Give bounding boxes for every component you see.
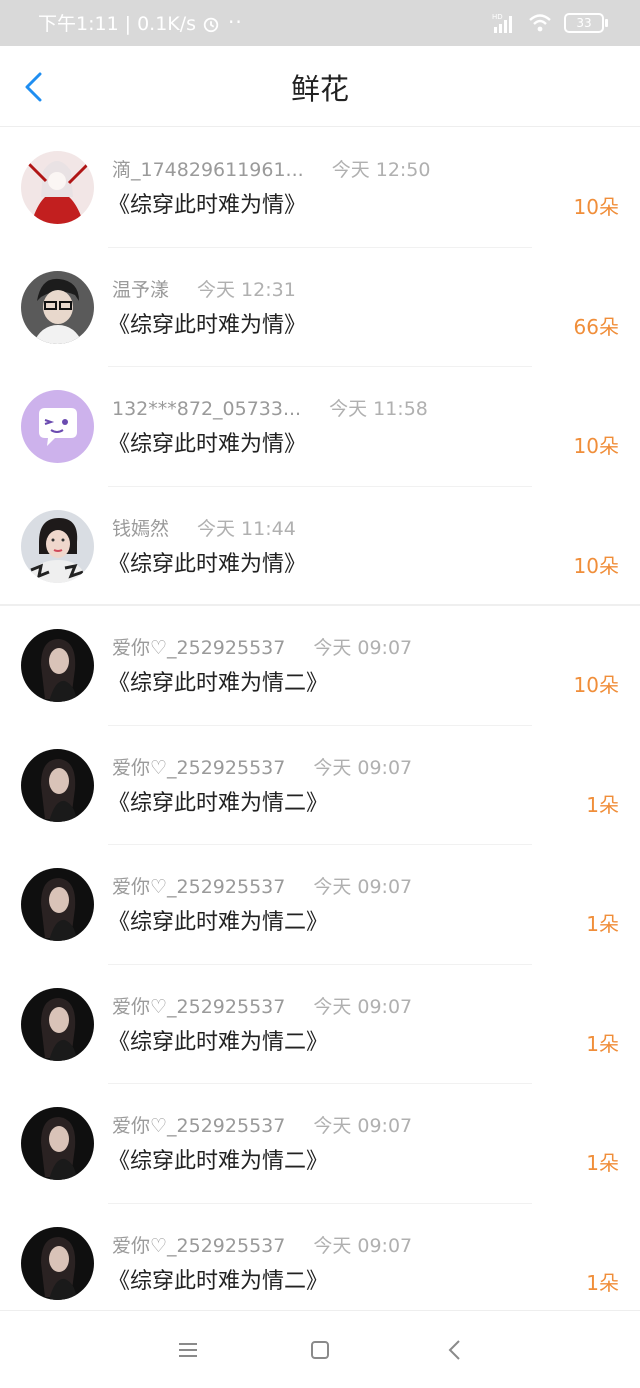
- status-bar: 下午1:11 | 0.1K/s ·· HD 33: [0, 0, 640, 46]
- wifi-icon: [529, 14, 551, 32]
- book-title: 《综穿此时难为情》: [108, 312, 307, 338]
- signal-icon: HD: [492, 13, 512, 33]
- book-title: 《综穿此时难为情二》: [108, 1149, 329, 1174]
- flower-count: 1朵: [586, 1270, 619, 1295]
- home-button[interactable]: [305, 1335, 335, 1365]
- book-title: 《综穿此时难为情》: [108, 193, 307, 218]
- book-title: 《综穿此时难为情二》: [108, 790, 329, 816]
- list-item[interactable]: 爱你♡_252925537 今天 09:07 《综穿此时难为情二》 1朵: [0, 1084, 640, 1204]
- notification-dots: ··: [228, 10, 243, 34]
- list-item[interactable]: 温予漾 今天 12:31 《综穿此时难为情》 66朵: [0, 248, 640, 367]
- user-meta: 爱你♡_252925537 今天 09:07: [112, 1114, 412, 1138]
- send-time: 今天 09:07: [313, 756, 413, 779]
- send-time: 今天 11:44: [197, 517, 296, 540]
- list-item[interactable]: 爱你♡_252925537 今天 09:07 《综穿此时难为情二》 1朵: [0, 726, 640, 845]
- book-title: 《综穿此时难为情二》: [108, 1029, 329, 1055]
- book-title: 《综穿此时难为情二》: [108, 910, 329, 935]
- status-right: HD 33: [492, 12, 608, 34]
- user-meta: 爱你♡_252925537 今天 09:07: [112, 636, 412, 660]
- user-meta: 132***872_05733... 今天 11:58: [112, 397, 428, 421]
- user-name: 滴_174829611961...: [112, 159, 304, 181]
- system-nav-bar: [0, 1310, 640, 1388]
- network-speed: 0.1K/s: [137, 13, 197, 35]
- user-name: 爱你♡_252925537: [112, 637, 286, 659]
- flower-count: 1朵: [586, 1151, 619, 1175]
- flower-count: 1朵: [586, 912, 619, 936]
- book-title: 《综穿此时难为情》: [108, 432, 307, 457]
- user-name: 爱你♡_252925537: [112, 756, 286, 779]
- avatar[interactable]: [21, 1226, 94, 1300]
- user-meta: 滴_174829611961... 今天 12:50: [112, 158, 430, 182]
- book-title: 《综穿此时难为情》: [108, 551, 307, 577]
- page-title: 鲜花: [290, 72, 349, 106]
- back-chevron-icon: [448, 1340, 460, 1360]
- book-title: 《综穿此时难为情二》: [108, 671, 329, 696]
- send-time: 今天 09:07: [313, 637, 413, 659]
- avatar[interactable]: [21, 748, 94, 822]
- avatar[interactable]: [21, 1107, 94, 1180]
- menu-button[interactable]: [173, 1335, 203, 1365]
- avatar[interactable]: [21, 390, 94, 463]
- flower-count: 1朵: [586, 1031, 619, 1056]
- flower-count: 10朵: [573, 195, 619, 219]
- avatar[interactable]: [21, 629, 94, 702]
- user-name: 爱你♡_252925537: [112, 1234, 286, 1257]
- user-name: 爱你♡_252925537: [112, 1115, 286, 1137]
- user-name: 爱你♡_252925537: [112, 876, 286, 898]
- send-time: 今天 11:58: [329, 398, 428, 420]
- flower-count: 10朵: [573, 553, 619, 578]
- send-time: 今天 09:07: [313, 876, 413, 898]
- send-time: 今天 09:07: [313, 995, 413, 1018]
- flower-count: 10朵: [573, 673, 619, 697]
- flower-count: 66朵: [573, 314, 619, 339]
- user-meta: 爱你♡_252925537 今天 09:07: [112, 875, 412, 899]
- list-item[interactable]: 爱你♡_252925537 今天 09:07 《综穿此时难为情二》 1朵: [0, 845, 640, 965]
- list-item[interactable]: 爱你♡_252925537 今天 09:07 《综穿此时难为情二》 1朵: [0, 1204, 640, 1324]
- user-name: 温予漾: [112, 278, 170, 301]
- flower-list: 滴_174829611961... 今天 12:50 《综穿此时难为情》 10朵 …: [0, 128, 640, 1323]
- user-meta: 爱你♡_252925537 今天 09:07: [112, 1234, 412, 1258]
- list-item[interactable]: 爱你♡_252925537 今天 09:07 《综穿此时难为情二》 1朵: [0, 965, 640, 1084]
- user-meta: 温予漾 今天 12:31: [112, 278, 296, 302]
- list-item[interactable]: 滴_174829611961... 今天 12:50 《综穿此时难为情》 10朵: [0, 128, 640, 248]
- user-meta: 爱你♡_252925537 今天 09:07: [112, 756, 412, 780]
- list-item[interactable]: 爱你♡_252925537 今天 09:07 《综穿此时难为情二》 10朵: [0, 606, 640, 726]
- alarm-icon: [203, 17, 219, 33]
- clock-time: 下午1:11: [38, 13, 119, 35]
- send-time: 今天 12:31: [197, 278, 296, 301]
- book-title: 《综穿此时难为情二》: [108, 1268, 329, 1294]
- send-time: 今天 09:07: [313, 1234, 413, 1257]
- status-separator: |: [124, 13, 132, 35]
- user-name: 爱你♡_252925537: [112, 995, 286, 1018]
- user-meta: 钱嫣然 今天 11:44: [112, 517, 296, 541]
- battery-icon: 33: [564, 13, 608, 33]
- user-name: 钱嫣然: [112, 517, 170, 540]
- send-time: 今天 09:07: [313, 1115, 413, 1137]
- list-item[interactable]: 钱嫣然 今天 11:44 《综穿此时难为情》 10朵: [0, 487, 640, 606]
- list-item[interactable]: 132***872_05733... 今天 11:58 《综穿此时难为情》 10朵: [0, 367, 640, 487]
- send-time: 今天 12:50: [331, 159, 431, 181]
- hd-label: HD: [492, 13, 503, 21]
- menu-icon: [179, 1343, 197, 1357]
- user-name: 132***872_05733...: [112, 398, 302, 420]
- avatar[interactable]: [21, 151, 94, 224]
- avatar[interactable]: [21, 509, 94, 583]
- avatar[interactable]: [21, 270, 94, 344]
- nav-bar: 鲜花: [0, 46, 640, 127]
- flower-count: 10朵: [573, 434, 619, 458]
- avatar[interactable]: [21, 987, 94, 1061]
- avatar[interactable]: [21, 868, 94, 941]
- status-left: 下午1:11 | 0.1K/s: [38, 12, 220, 36]
- home-square-icon: [311, 1341, 329, 1359]
- system-back-button[interactable]: [440, 1335, 470, 1365]
- user-meta: 爱你♡_252925537 今天 09:07: [112, 995, 412, 1019]
- flower-count: 1朵: [586, 792, 619, 817]
